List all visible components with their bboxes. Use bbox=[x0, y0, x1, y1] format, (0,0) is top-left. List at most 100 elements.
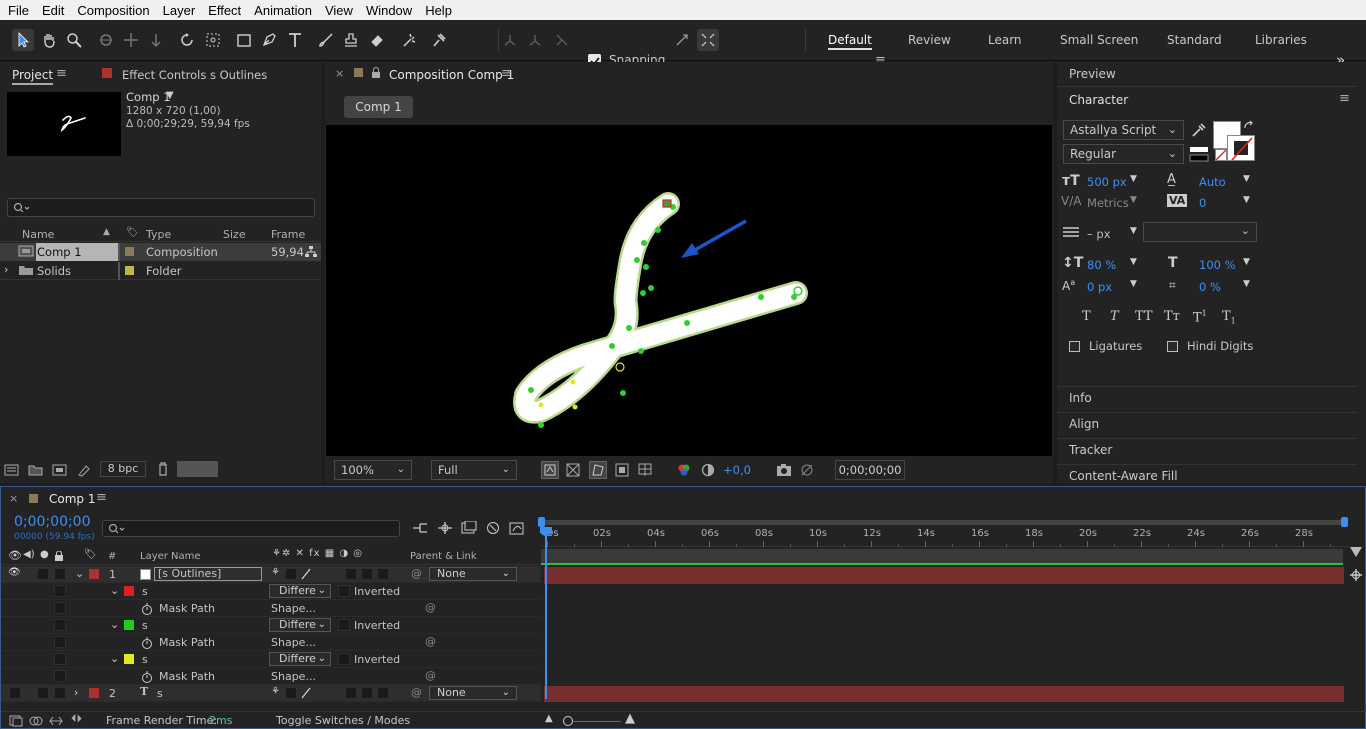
comp-button-icon[interactable] bbox=[1348, 567, 1364, 583]
lock-toggle[interactable] bbox=[54, 653, 66, 665]
layer-name[interactable]: [s Outlines] bbox=[154, 567, 262, 581]
kerning-value[interactable]: Metrics bbox=[1087, 196, 1129, 210]
collapse-arrow-icon[interactable]: ⌄ bbox=[110, 584, 119, 597]
letter-s-outline-shape[interactable] bbox=[326, 125, 1052, 456]
pick-whip-icon[interactable]: @ bbox=[411, 567, 422, 580]
solo-toggle[interactable] bbox=[37, 687, 49, 699]
mask-color-swatch[interactable] bbox=[124, 586, 134, 596]
eyedropper-icon[interactable] bbox=[1190, 122, 1206, 138]
chevron-down-icon[interactable]: ▼ bbox=[1243, 195, 1250, 205]
orbit-camera-icon[interactable] bbox=[95, 29, 117, 51]
mask-name[interactable]: s bbox=[142, 585, 148, 598]
expand-arrow-icon[interactable]: › bbox=[4, 263, 8, 276]
lock-switch-icon[interactable] bbox=[55, 551, 63, 561]
zoom-slider-handle[interactable] bbox=[563, 716, 573, 726]
stopwatch-icon[interactable] bbox=[141, 671, 153, 683]
lock-toggle[interactable] bbox=[54, 619, 66, 631]
clone-stamp-icon[interactable] bbox=[340, 29, 362, 51]
rectangle-tool-icon[interactable] bbox=[233, 29, 255, 51]
composition-mini-flowchart-icon[interactable] bbox=[412, 521, 428, 535]
rotation-tool-icon[interactable] bbox=[176, 29, 198, 51]
mask-mode-dropdown[interactable]: Differe ⌄ bbox=[269, 652, 331, 666]
workspace-libraries[interactable]: Libraries bbox=[1255, 33, 1307, 47]
pick-whip-icon[interactable]: @ bbox=[425, 635, 436, 648]
chevron-down-icon[interactable]: ▼ bbox=[1243, 257, 1250, 267]
time-navigator-end-icon[interactable] bbox=[1350, 547, 1362, 557]
layer-label-color[interactable] bbox=[89, 688, 99, 698]
lock-toggle[interactable] bbox=[54, 585, 66, 597]
menu-item-file[interactable]: File bbox=[8, 3, 29, 18]
fast-preview-icon[interactable] bbox=[541, 461, 559, 479]
interpret-footage-icon[interactable] bbox=[4, 463, 20, 477]
motion-blur-switch[interactable] bbox=[361, 568, 373, 580]
parent-dropdown[interactable]: None ⌄ bbox=[429, 686, 517, 700]
layer-1-bar[interactable] bbox=[544, 567, 1344, 584]
pick-whip-icon[interactable]: @ bbox=[425, 601, 436, 614]
shy-switch-icon[interactable]: ⚘ bbox=[271, 686, 280, 697]
layer-switches-icons[interactable]: ⚘✲ ✕ fx ▦ ◑ ◎ bbox=[272, 548, 363, 559]
lock-toggle[interactable] bbox=[54, 568, 66, 580]
stopwatch-icon[interactable] bbox=[141, 603, 153, 615]
layer-2-bar[interactable] bbox=[544, 686, 1344, 702]
work-area-bar[interactable] bbox=[538, 517, 1349, 527]
collapse-arrow-icon[interactable]: ⌄ bbox=[110, 652, 119, 665]
mask-mode-dropdown[interactable]: Differe ⌄ bbox=[269, 584, 331, 598]
playhead[interactable] bbox=[545, 527, 547, 699]
menu-item-view[interactable]: View bbox=[325, 3, 353, 18]
hand-tool-icon[interactable] bbox=[38, 29, 60, 51]
resolution-dropdown[interactable]: Full ⌄ bbox=[431, 460, 517, 480]
all-caps-button[interactable]: TT bbox=[1135, 309, 1153, 324]
mask-path-row[interactable]: Mask Path Shape... @ bbox=[1, 600, 541, 617]
no-fill-icon[interactable] bbox=[1189, 146, 1209, 162]
character-menu-icon[interactable]: ≡ bbox=[1339, 91, 1350, 106]
layer-row[interactable]: › 2 Ts ⚘ @ None ⌄ bbox=[1, 685, 541, 702]
col-size[interactable]: Size bbox=[223, 228, 246, 241]
workspace-learn[interactable]: Learn bbox=[988, 33, 1022, 47]
horizontal-scale-value[interactable]: 100 % bbox=[1199, 258, 1236, 272]
dolly-camera-icon[interactable] bbox=[145, 29, 167, 51]
layer-switches-toggle-icon[interactable] bbox=[9, 715, 23, 727]
preview-section[interactable]: Preview bbox=[1069, 67, 1116, 81]
col-type[interactable]: Type bbox=[146, 228, 171, 241]
mask-path-row[interactable]: Mask Path Shape... @ bbox=[1, 668, 541, 685]
inverted-checkbox[interactable] bbox=[338, 619, 350, 631]
anchor-point-tool-icon[interactable] bbox=[202, 29, 224, 51]
mask-row[interactable]: ⌄ s Differe ⌄ Inverted bbox=[1, 651, 541, 668]
font-size-value[interactable]: 500 px bbox=[1087, 175, 1127, 189]
eraser-tool-icon[interactable] bbox=[366, 29, 388, 51]
workspace-standard[interactable]: Standard bbox=[1167, 33, 1222, 47]
section-info[interactable]: Info bbox=[1069, 391, 1092, 405]
project-search-input[interactable] bbox=[7, 198, 315, 217]
lock-toggle[interactable] bbox=[54, 636, 66, 648]
render-time-toggle-icon[interactable]: ⏴⏵ bbox=[71, 712, 82, 726]
vertical-scale-value[interactable]: 80 % bbox=[1087, 258, 1116, 272]
solo-toggle[interactable] bbox=[37, 568, 49, 580]
inverted-checkbox[interactable] bbox=[338, 653, 350, 665]
timeline-search-input[interactable] bbox=[102, 520, 400, 537]
zoom-tool-icon[interactable] bbox=[63, 29, 85, 51]
effect-switch[interactable] bbox=[345, 568, 357, 580]
timeline-menu-icon[interactable]: ≡ bbox=[96, 490, 107, 505]
menu-item-effect[interactable]: Effect bbox=[208, 3, 241, 18]
project-item[interactable]: Comp 1 Composition 59,94 bbox=[0, 243, 321, 261]
small-caps-button[interactable]: Tт bbox=[1164, 309, 1180, 324]
comp-viewer[interactable] bbox=[326, 125, 1052, 456]
section-tracker[interactable]: Tracker bbox=[1069, 443, 1112, 457]
menu-item-animation[interactable]: Animation bbox=[254, 3, 312, 18]
zoom-in-icon[interactable]: ▲ bbox=[625, 711, 635, 726]
pick-whip-icon[interactable]: @ bbox=[425, 669, 436, 682]
parent-dropdown[interactable]: None ⌄ bbox=[429, 567, 517, 581]
collapse-switch[interactable] bbox=[285, 687, 297, 699]
mask-name[interactable]: s bbox=[142, 619, 148, 632]
collapse-arrow-icon[interactable]: ⌄ bbox=[75, 567, 84, 580]
workspace-default[interactable]: Default bbox=[828, 33, 872, 50]
draft-3d-icon[interactable] bbox=[437, 521, 453, 535]
stroke-color-swatch[interactable] bbox=[1227, 135, 1255, 161]
grid-guides-icon[interactable] bbox=[638, 463, 652, 477]
hide-shy-layers-icon[interactable] bbox=[461, 521, 477, 535]
close-tab-icon[interactable]: × bbox=[9, 492, 18, 505]
show-snapshot-icon[interactable] bbox=[799, 463, 815, 477]
col-name[interactable]: Name bbox=[22, 228, 54, 241]
menu-item-composition[interactable]: Composition bbox=[77, 3, 149, 18]
no-stroke-icon[interactable] bbox=[1215, 149, 1227, 161]
